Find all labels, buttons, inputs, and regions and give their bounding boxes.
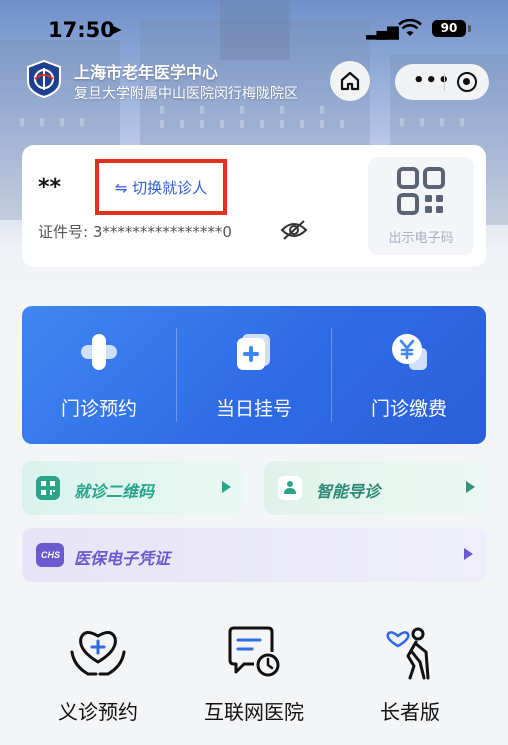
target-close-icon[interactable] — [457, 72, 477, 92]
id-label: 证件号: — [38, 223, 89, 241]
home-icon — [340, 71, 360, 91]
chat-clock-icon — [228, 626, 280, 677]
smart-guide-label: 智能导诊 — [316, 482, 381, 501]
bottom-item-label: 互联网医院 — [204, 700, 304, 724]
cellular-signal-icon: ▂▄▆ — [366, 22, 399, 40]
visit-qr-button[interactable]: 就诊二维码 — [22, 461, 243, 515]
battery-indicator: 90 — [432, 20, 466, 37]
qr-label: 出示电子码 — [388, 231, 454, 246]
switch-highlight-box: ⇋ 切换就诊人 — [95, 159, 227, 215]
plus-cross-icon — [81, 334, 117, 370]
hospital-subtitle: 复旦大学附属中山医院闵行梅陇院区 — [74, 86, 298, 102]
bottom-item-label: 义诊预约 — [58, 700, 138, 724]
chevron-right-icon — [464, 548, 473, 560]
battery-tip — [468, 25, 471, 32]
switch-patient-button[interactable]: ⇋ 切换就诊人 — [115, 177, 207, 198]
miniprogram-capsule: ••• — [395, 64, 489, 100]
free-clinic-booking[interactable]: 义诊预约 — [23, 622, 173, 732]
payment-yen-icon — [392, 334, 427, 370]
location-arrow-icon: ➤ — [109, 20, 123, 39]
elderly-person-icon — [386, 627, 430, 680]
elderly-mode[interactable]: 长者版 — [335, 622, 485, 732]
status-bar: 17:50 ➤ ▂▄▆ 90 — [0, 0, 508, 54]
chs-logo-icon: CHS — [36, 543, 64, 567]
id-value: 3****************0 — [92, 223, 232, 241]
service-outpatient-payment[interactable]: 门诊缴费 — [332, 306, 486, 444]
capsule-divider — [444, 73, 445, 91]
show-qr-button[interactable]: 出示电子码 — [368, 157, 474, 255]
home-button[interactable] — [330, 61, 370, 101]
register-card-icon — [237, 334, 270, 370]
service-label: 当日挂号 — [215, 398, 292, 420]
hospital-name: 上海市老年医学中心 — [74, 63, 219, 82]
chevron-right-icon — [222, 481, 231, 493]
wifi-icon — [398, 19, 422, 36]
hospital-logo-icon — [27, 59, 61, 99]
service-panel: 门诊预约 当日挂号 门诊缴费 — [22, 306, 486, 444]
status-time: 17:50 — [48, 18, 115, 42]
visit-qr-icon — [36, 476, 60, 500]
bottom-item-label: 长者版 — [380, 700, 440, 724]
internet-hospital[interactable]: 互联网医院 — [179, 622, 329, 732]
service-label: 门诊缴费 — [370, 398, 447, 420]
smart-guide-icon — [278, 476, 302, 500]
eye-slash-icon[interactable] — [280, 219, 308, 241]
patient-card: ** ⇋ 切换就诊人 证件号: 3****************0 出示电子码 — [22, 145, 486, 267]
patient-name: ** — [38, 175, 62, 200]
service-label: 门诊预约 — [60, 398, 137, 420]
service-outpatient-booking[interactable]: 门诊预约 — [22, 306, 176, 444]
insurance-label: 医保电子凭证 — [74, 549, 171, 568]
insurance-voucher-button[interactable]: CHS 医保电子凭证 — [22, 528, 486, 582]
visit-qr-label: 就诊二维码 — [74, 482, 155, 501]
qr-code-icon — [397, 167, 445, 215]
id-number-row: 证件号: 3****************0 — [38, 221, 232, 242]
chevron-right-icon — [466, 481, 475, 493]
svg-text:CHS: CHS — [41, 550, 60, 560]
heart-hands-icon — [70, 631, 126, 676]
smart-guide-button[interactable]: 智能导诊 — [264, 461, 486, 515]
service-same-day-register[interactable]: 当日挂号 — [177, 306, 331, 444]
